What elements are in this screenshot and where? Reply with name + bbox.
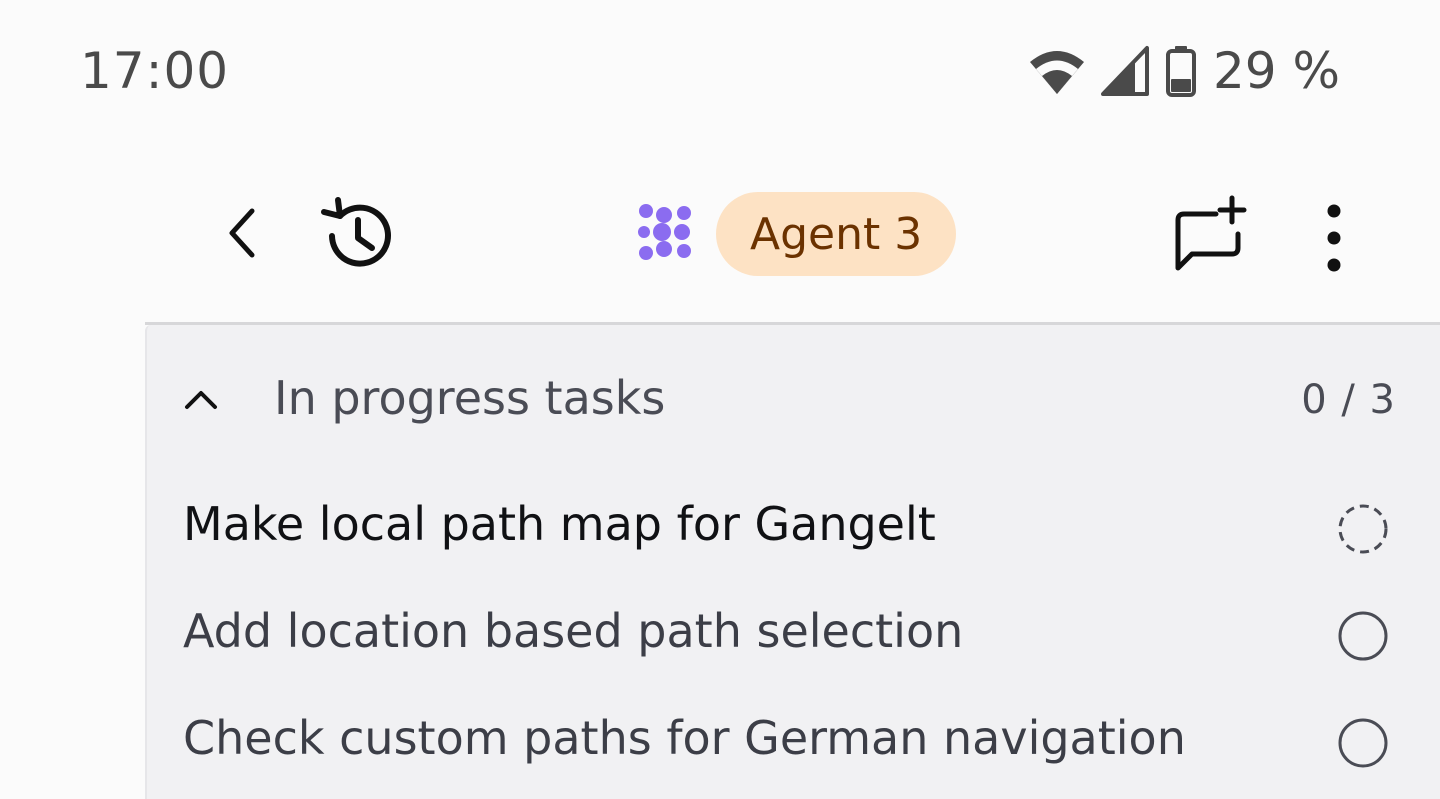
- history-button[interactable]: [316, 196, 400, 280]
- task-label: Check custom paths for German navigation: [183, 711, 1186, 765]
- cell-signal-icon: [1100, 44, 1151, 98]
- tasks-panel: In progress tasks 0 / 3 Make local path …: [145, 325, 1440, 799]
- task-item[interactable]: Make local path map for Gangelt: [147, 485, 1440, 592]
- status-time: 17:00: [80, 42, 230, 100]
- agent-selector[interactable]: Agent 3: [636, 192, 957, 276]
- app-screen: 17:00 29 % Agent 3 In progress tasks 0 /…: [0, 0, 1440, 799]
- tasks-progress-count: 0 / 3: [1301, 377, 1396, 423]
- more-options-button[interactable]: [1306, 198, 1362, 282]
- top-app-bar: Agent 3: [0, 180, 1440, 290]
- chevron-up-icon: [183, 387, 219, 415]
- tasks-header[interactable]: In progress tasks 0 / 3: [147, 365, 1440, 435]
- task-label: Add location based path selection: [183, 604, 964, 658]
- pending-status-icon: [1337, 717, 1389, 769]
- battery-percent: 29 %: [1212, 42, 1340, 100]
- collapse-tasks-button[interactable]: [179, 379, 223, 423]
- agent-name-chip[interactable]: Agent 3: [716, 192, 957, 276]
- in-progress-status-icon: [1337, 503, 1389, 555]
- new-chat-icon: [1166, 192, 1250, 280]
- back-button[interactable]: [210, 200, 274, 270]
- new-chat-button[interactable]: [1166, 194, 1250, 278]
- status-icons: 29 %: [1027, 42, 1340, 100]
- task-item[interactable]: Add location based path selection: [147, 592, 1440, 699]
- pending-status-icon: [1337, 610, 1389, 662]
- status-bar: 17:00 29 %: [0, 0, 1440, 140]
- chevron-left-icon: [222, 205, 262, 265]
- task-item[interactable]: Check custom paths for German navigation: [147, 699, 1440, 799]
- wifi-icon: [1027, 44, 1087, 98]
- history-icon: [318, 196, 398, 280]
- task-label: Make local path map for Gangelt: [183, 497, 936, 551]
- agent-logo-icon: [636, 201, 698, 267]
- tasks-title: In progress tasks: [274, 371, 666, 425]
- more-vertical-icon: [1324, 203, 1344, 277]
- task-list: Make local path map for Gangelt Add loca…: [147, 485, 1440, 799]
- battery-icon: [1165, 44, 1197, 98]
